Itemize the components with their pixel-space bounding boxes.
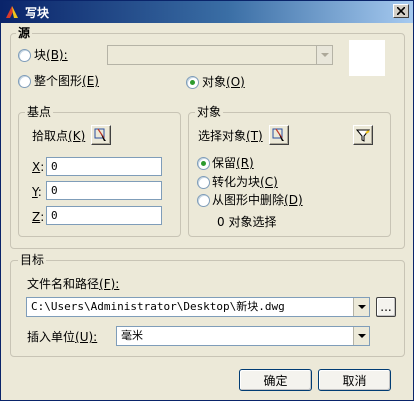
file-path-dropdown[interactable]: [353, 298, 369, 316]
select-objects-icon: [272, 128, 284, 141]
pick-point-button[interactable]: [91, 125, 111, 145]
browse-button[interactable]: ...: [376, 297, 396, 317]
convert-to-block-label[interactable]: 转化为块(C): [212, 175, 278, 189]
y-input[interactable]: 0: [46, 181, 162, 200]
select-objects-label: 选择对象(T): [198, 129, 263, 143]
ok-button[interactable]: 确定: [239, 369, 312, 391]
objects-radio[interactable]: [186, 76, 199, 89]
retain-label[interactable]: 保留(R): [212, 156, 254, 170]
chevron-down-icon: [357, 334, 366, 338]
delete-from-drawing-label[interactable]: 从图形中删除(D): [212, 193, 303, 207]
block-combo-dropdown[interactable]: [316, 46, 332, 64]
objects-radio-label[interactable]: 对象(O): [202, 75, 245, 89]
y-label: Y:: [32, 185, 42, 199]
insert-units-label: 插入单位(U):: [27, 330, 98, 344]
retain-radio[interactable]: [197, 157, 210, 170]
objects-group-label: 对象: [195, 105, 224, 119]
block-preview: [349, 40, 385, 76]
quick-select-filter-icon: [356, 129, 370, 142]
convert-to-block-radio[interactable]: [197, 176, 210, 189]
close-button[interactable]: [393, 4, 409, 18]
selection-count-status: 0 对象选择: [217, 215, 277, 229]
x-input[interactable]: 0: [46, 157, 162, 176]
base-point-group-label: 基点: [25, 105, 54, 119]
window-title: 写块: [25, 5, 50, 20]
entire-drawing-label[interactable]: 整个图形(E): [34, 74, 99, 88]
source-group-label: 源: [16, 26, 33, 40]
block-name-combo[interactable]: [107, 45, 333, 65]
z-input[interactable]: 0: [46, 206, 162, 225]
z-label: Z:: [32, 210, 45, 224]
quick-select-button[interactable]: [353, 125, 373, 145]
chevron-down-icon: [357, 305, 366, 309]
insert-units-value: 毫米: [121, 329, 143, 342]
write-block-dialog: 写块 源 块(B): 整个图形(E) 对象(O) 基点 拾取点(K) X: 0 …: [0, 0, 414, 401]
insert-units-dropdown[interactable]: [353, 327, 369, 345]
cancel-button[interactable]: 取消: [318, 369, 391, 391]
close-icon: [397, 7, 405, 15]
autocad-icon: [4, 4, 20, 20]
file-path-combo[interactable]: C:\Users\Administrator\Desktop\新块.dwg: [26, 297, 370, 317]
block-radio[interactable]: [18, 49, 31, 62]
file-path-value: C:\Users\Administrator\Desktop\新块.dwg: [31, 300, 285, 313]
destination-group-label: 目标: [18, 253, 47, 267]
entire-drawing-radio[interactable]: [18, 75, 31, 88]
x-label: X:: [32, 160, 45, 174]
block-radio-label[interactable]: 块(B):: [34, 48, 68, 62]
pick-point-icon: [94, 128, 106, 141]
select-objects-button[interactable]: [269, 125, 289, 145]
insert-units-combo[interactable]: 毫米: [116, 326, 370, 346]
title-bar[interactable]: 写块: [1, 1, 413, 23]
delete-from-drawing-radio[interactable]: [197, 194, 210, 207]
file-path-label: 文件名和路径(F):: [27, 277, 120, 291]
pick-point-label: 拾取点(K): [32, 129, 86, 143]
